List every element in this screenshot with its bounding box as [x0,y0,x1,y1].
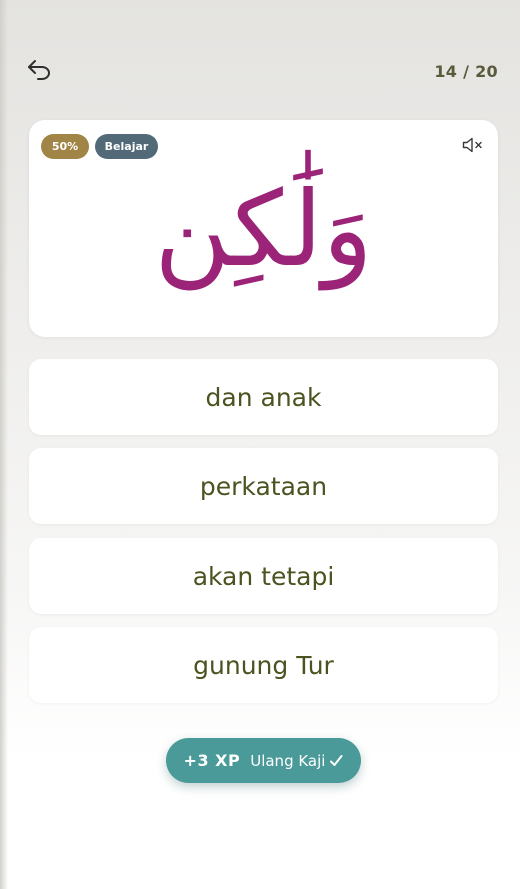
answer-option[interactable]: akan tetapi [29,538,498,614]
arabic-word: وَلَٰكِن [154,168,373,290]
progress-counter: 14 / 20 [434,62,498,81]
review-xp-button[interactable]: +3 XP Ulang Kaji [166,738,361,783]
check-icon [329,754,343,768]
xp-amount: +3 XP [183,751,241,770]
back-button[interactable] [22,54,56,88]
review-label: Ulang Kaji [250,751,326,770]
answer-option[interactable]: dan anak [29,359,498,435]
page-edge-shadow [0,0,8,889]
answer-option[interactable]: gunung Tur [29,627,498,703]
word-card: 50% Belajar وَلَٰكِن [29,120,498,337]
answer-option[interactable]: perkataan [29,448,498,524]
undo-arrow-icon [26,58,52,84]
